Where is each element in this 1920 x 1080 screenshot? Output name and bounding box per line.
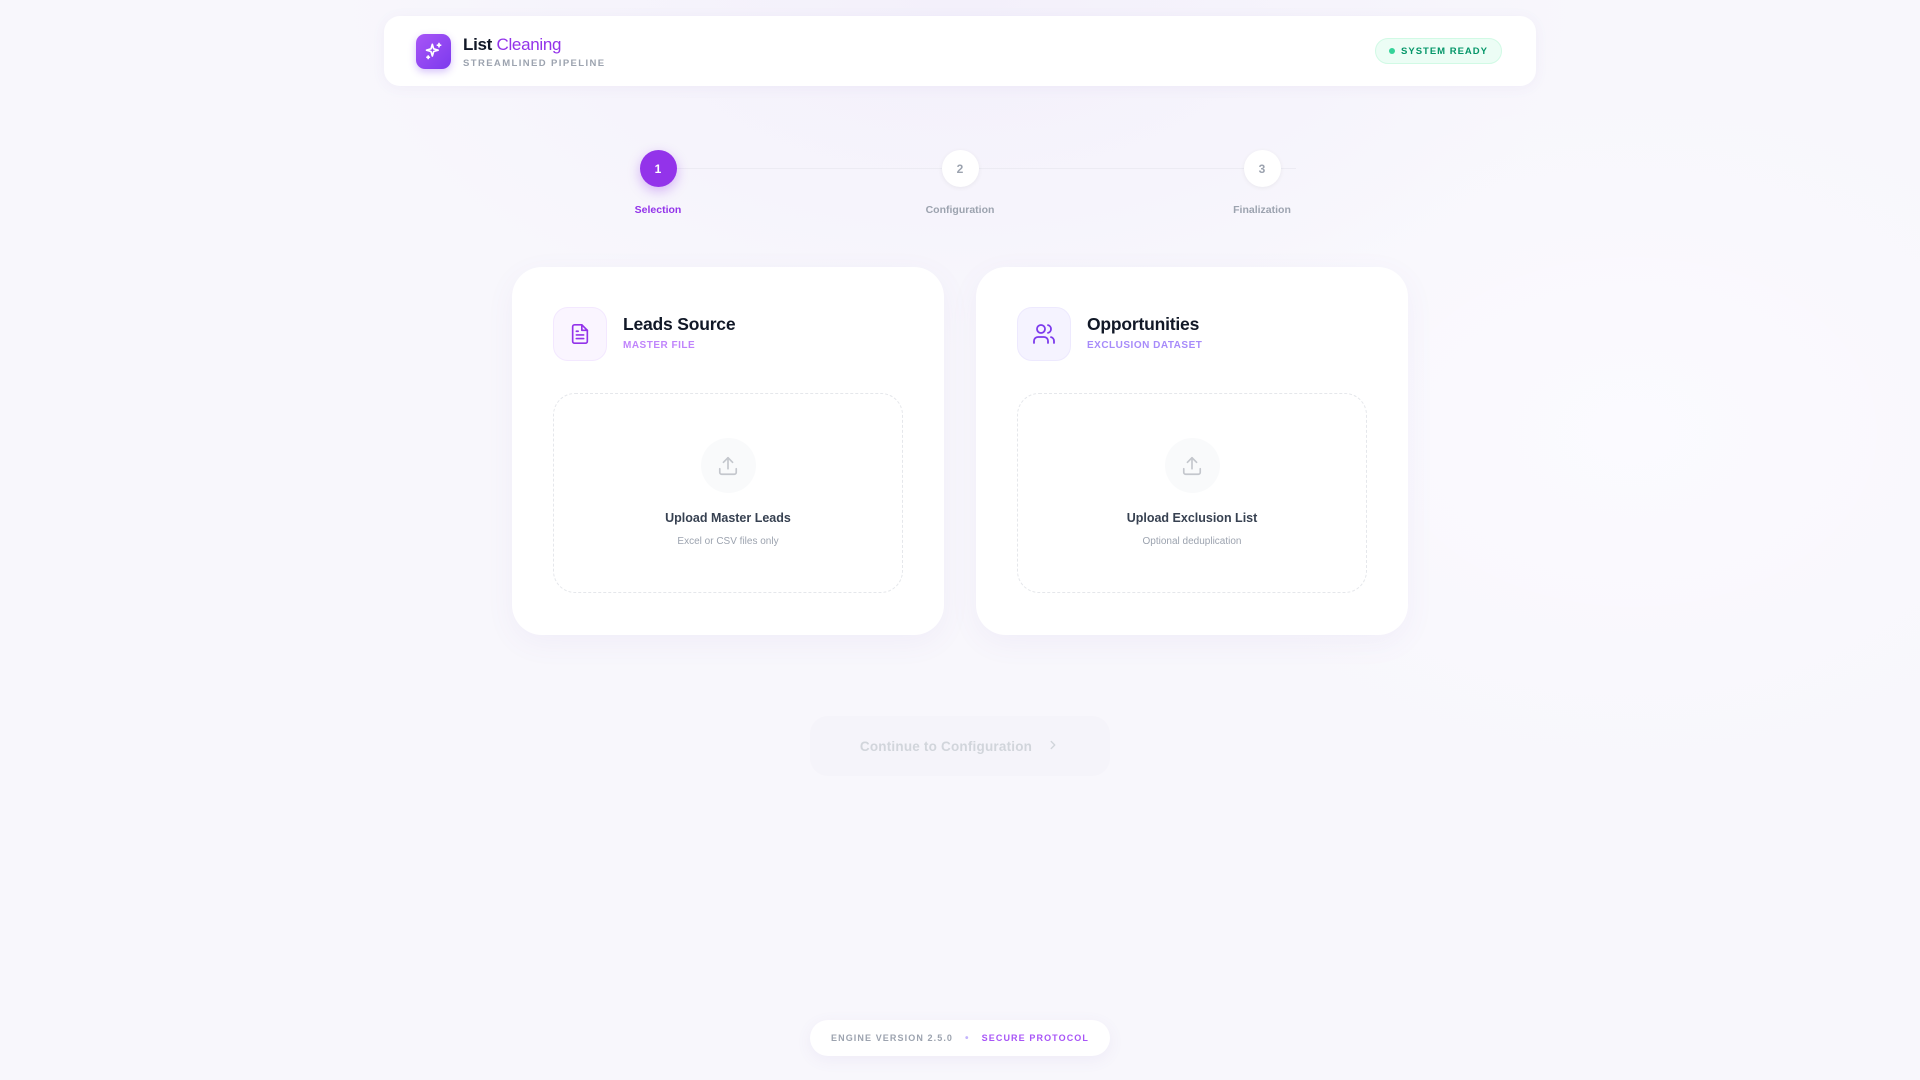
continue-button[interactable]: Continue to Configuration [810, 716, 1110, 776]
app-title: List Cleaning [463, 35, 562, 54]
chevron-right-icon [1046, 738, 1060, 755]
upload-hint: Optional deduplication [1142, 536, 1242, 547]
upload-title: Upload Master Leads [665, 511, 791, 525]
secure-protocol: SECURE PROTOCOL [981, 1033, 1089, 1043]
continue-label: Continue to Configuration [859, 738, 1033, 754]
card-title: Opportunities [1087, 313, 1200, 334]
opportunities-card: Opportunities EXCLUSION DATASET Upload E… [976, 267, 1408, 635]
sparkles-icon [416, 33, 451, 69]
brand: List Cleaning STREAMLINED PIPELINE [416, 33, 606, 69]
status-badge: SYSTEM READY [1375, 38, 1502, 64]
engine-version: ENGINE VERSION 2.5.0 [831, 1033, 954, 1043]
step-finalization[interactable]: 3 Finalization [1182, 150, 1342, 216]
progress-stepper: 1 Selection 2 Configuration 3 Finalizati… [0, 150, 1920, 230]
app-header: List Cleaning STREAMLINED PIPELINE SYSTE… [384, 16, 1536, 86]
step-configuration[interactable]: 2 Configuration [880, 150, 1040, 216]
card-subtitle: EXCLUSION DATASET [1087, 339, 1203, 351]
exclusion-list-dropzone[interactable]: Upload Exclusion List Optional deduplica… [1017, 393, 1367, 593]
step-label: Configuration [925, 204, 995, 216]
card-header: Leads Source MASTER FILE [553, 307, 903, 361]
card-title: Leads Source [623, 313, 736, 334]
status-dot-icon [1389, 48, 1396, 54]
upload-icon [700, 438, 756, 493]
upload-title: Upload Exclusion List [1126, 511, 1258, 525]
app-subtitle: STREAMLINED PIPELINE [463, 58, 606, 69]
master-leads-dropzone[interactable]: Upload Master Leads Excel or CSV files o… [553, 393, 903, 593]
step-number: 3 [1243, 150, 1281, 187]
step-label: Finalization [1233, 204, 1291, 216]
upload-hint: Excel or CSV files only [677, 536, 779, 547]
upload-icon [1164, 438, 1220, 493]
status-text: SYSTEM READY [1401, 45, 1488, 57]
step-selection[interactable]: 1 Selection [578, 150, 738, 216]
footer-separator: • [965, 1032, 970, 1044]
step-number: 1 [639, 150, 677, 187]
card-subtitle: MASTER FILE [623, 339, 696, 351]
users-icon [1017, 307, 1071, 361]
footer-badge: ENGINE VERSION 2.5.0 • SECURE PROTOCOL [810, 1020, 1110, 1056]
step-label: Selection [634, 204, 682, 216]
card-header: Opportunities EXCLUSION DATASET [1017, 307, 1367, 361]
leads-source-card: Leads Source MASTER FILE Upload Master L… [512, 267, 944, 635]
document-icon [553, 307, 607, 361]
step-number: 2 [941, 150, 979, 187]
